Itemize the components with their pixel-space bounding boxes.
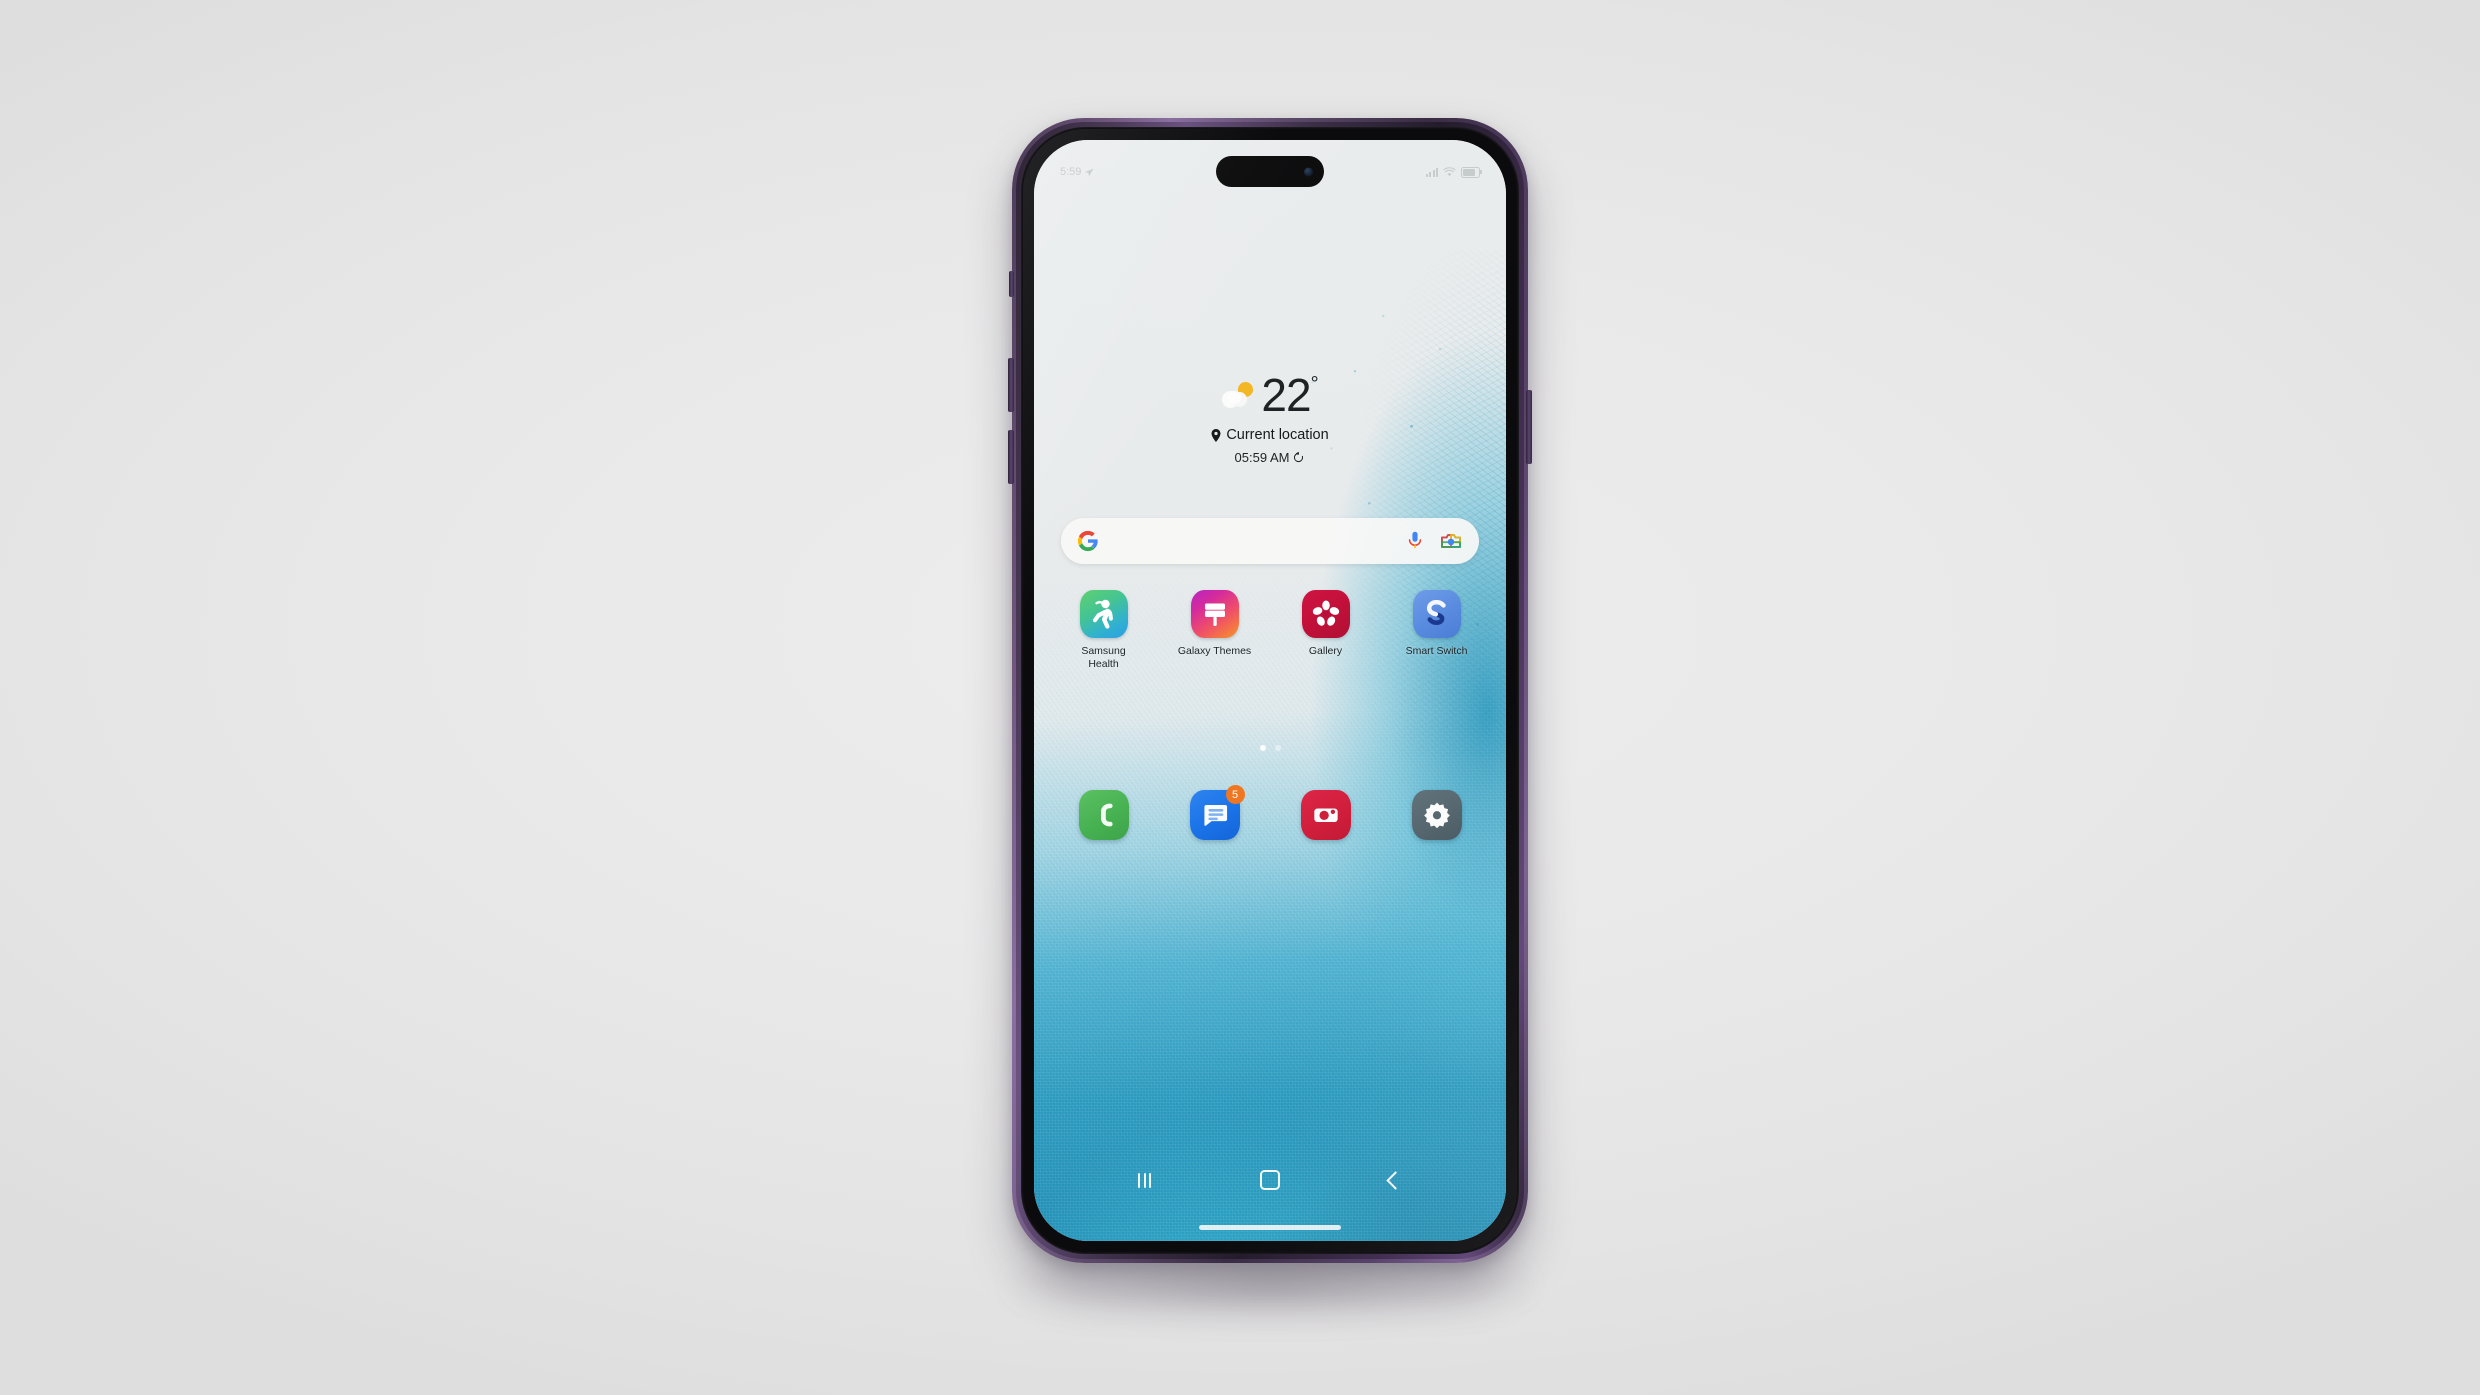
app-samsung-health[interactable]: Samsung Health bbox=[1066, 590, 1142, 670]
phone-drop-shadow bbox=[1010, 1255, 1530, 1325]
signal-bars-icon bbox=[1426, 167, 1438, 177]
page-indicator[interactable] bbox=[1034, 745, 1506, 751]
dynamic-island bbox=[1216, 156, 1324, 187]
app-label: Samsung Health bbox=[1081, 645, 1126, 670]
dock-item-settings[interactable] bbox=[1399, 790, 1475, 840]
partly-cloudy-icon bbox=[1222, 380, 1256, 410]
app-label: Galaxy Themes bbox=[1177, 645, 1252, 657]
paint-roller-glyph bbox=[1204, 603, 1225, 626]
gear-glyph bbox=[1423, 802, 1450, 829]
weather-temperature-row: 22° bbox=[1034, 372, 1506, 418]
status-bar-left: 5:59 bbox=[1060, 166, 1094, 178]
settings-gear-icon[interactable] bbox=[1411, 790, 1462, 840]
google-g-icon[interactable] bbox=[1077, 530, 1099, 552]
home-indicator[interactable] bbox=[1199, 1225, 1341, 1230]
phone-device: 5:59 22° Current location 05:59 AM Samsu… bbox=[1008, 118, 1532, 1263]
dock-item-messages[interactable]: 5 bbox=[1177, 785, 1253, 840]
wifi-icon bbox=[1443, 167, 1456, 177]
smart-switch-icon[interactable] bbox=[1412, 590, 1461, 638]
weather-updated-row: 05:59 AM bbox=[1034, 450, 1506, 465]
weather-updated-time: 05:59 AM bbox=[1234, 450, 1290, 465]
app-galaxy-themes[interactable]: Galaxy Themes bbox=[1177, 590, 1253, 658]
google-search-bar[interactable] bbox=[1061, 518, 1479, 564]
dock-item-camera[interactable] bbox=[1288, 790, 1364, 840]
app-grid: Samsung Health Galaxy Themes Gallery Sma… bbox=[1048, 590, 1492, 670]
weather-location-label: Current location bbox=[1226, 427, 1329, 443]
weather-temperature: 22° bbox=[1261, 369, 1319, 421]
temperature-value: 22 bbox=[1261, 369, 1311, 421]
app-label: Gallery bbox=[1308, 645, 1343, 657]
refresh-icon[interactable] bbox=[1292, 451, 1305, 464]
phone-screen[interactable]: 5:59 22° Current location 05:59 AM Samsu… bbox=[1034, 140, 1506, 1241]
app-gallery[interactable]: Gallery bbox=[1288, 590, 1364, 658]
dock: 5 bbox=[1048, 785, 1492, 840]
google-lens-icon[interactable] bbox=[1440, 531, 1462, 551]
camera-icon[interactable] bbox=[1300, 790, 1351, 840]
gallery-icon[interactable] bbox=[1301, 590, 1350, 638]
page-dot-active[interactable] bbox=[1259, 745, 1266, 751]
weather-location-row: Current location bbox=[1034, 427, 1506, 443]
app-label: Smart Switch bbox=[1405, 645, 1468, 657]
weather-widget[interactable]: 22° Current location 05:59 AM bbox=[1034, 372, 1506, 465]
message-badge: 5 bbox=[1225, 785, 1245, 804]
handset-glyph bbox=[1100, 803, 1113, 827]
speech-bubble-glyph bbox=[1203, 804, 1227, 826]
dock-item-phone[interactable] bbox=[1066, 790, 1142, 840]
back-icon[interactable] bbox=[1373, 1165, 1417, 1195]
location-arrow-icon bbox=[1085, 168, 1094, 176]
degree-symbol: ° bbox=[1310, 373, 1319, 395]
flower-glyph bbox=[1312, 600, 1339, 626]
navigation-bar bbox=[1034, 1163, 1506, 1197]
battery-icon bbox=[1461, 166, 1482, 178]
wallpaper-speckles bbox=[1034, 140, 1506, 1241]
phone-icon[interactable] bbox=[1078, 790, 1129, 840]
app-smart-switch[interactable]: Smart Switch bbox=[1399, 590, 1475, 658]
status-bar-right bbox=[1426, 166, 1482, 178]
location-pin-icon bbox=[1211, 428, 1221, 442]
camera-body-glyph bbox=[1313, 808, 1338, 822]
status-bar-time: 5:59 bbox=[1060, 166, 1082, 178]
s-curve-glyph bbox=[1426, 599, 1446, 626]
silent-switch[interactable] bbox=[1009, 271, 1014, 297]
samsung-health-icon[interactable] bbox=[1079, 590, 1128, 638]
galaxy-themes-icon[interactable] bbox=[1190, 590, 1239, 638]
home-icon[interactable] bbox=[1248, 1165, 1292, 1195]
running-figure-glyph bbox=[1092, 599, 1113, 629]
volume-up-button[interactable] bbox=[1008, 358, 1014, 412]
microphone-icon[interactable] bbox=[1406, 531, 1424, 551]
volume-down-button[interactable] bbox=[1008, 430, 1014, 484]
recents-icon[interactable] bbox=[1123, 1165, 1167, 1195]
front-camera-icon bbox=[1304, 167, 1313, 176]
page-dot[interactable] bbox=[1274, 745, 1281, 751]
power-button[interactable] bbox=[1526, 390, 1532, 464]
